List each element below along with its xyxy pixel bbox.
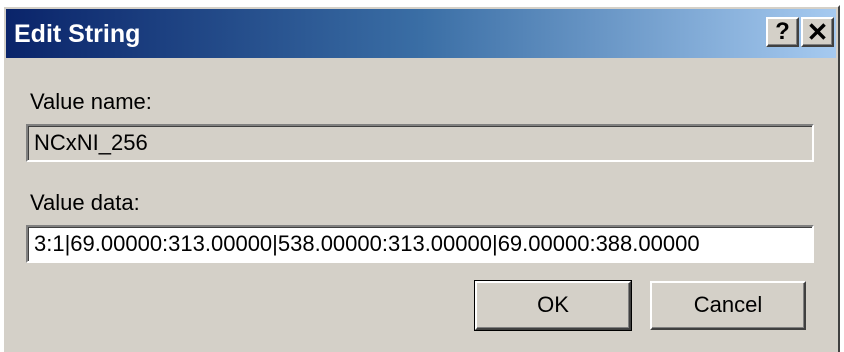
value-data-input[interactable]: 3:1|69.00000:313.00000|538.00000:313.000… (26, 225, 814, 263)
help-button[interactable]: ? (766, 17, 799, 47)
value-data-label: Value data: (30, 190, 140, 215)
dialog-title: Edit String (14, 20, 141, 48)
value-name-field: NCxNI_256 (26, 124, 814, 162)
edit-string-dialog: Edit String ? ✕ Value name: NCxNI_256 Va… (2, 5, 840, 352)
title-bar[interactable]: Edit String ? ✕ (6, 9, 836, 58)
value-name-label: Value name: (30, 89, 152, 114)
close-button[interactable]: ✕ (801, 17, 834, 47)
cancel-button[interactable]: Cancel (650, 281, 806, 330)
ok-button[interactable]: OK (474, 280, 632, 331)
